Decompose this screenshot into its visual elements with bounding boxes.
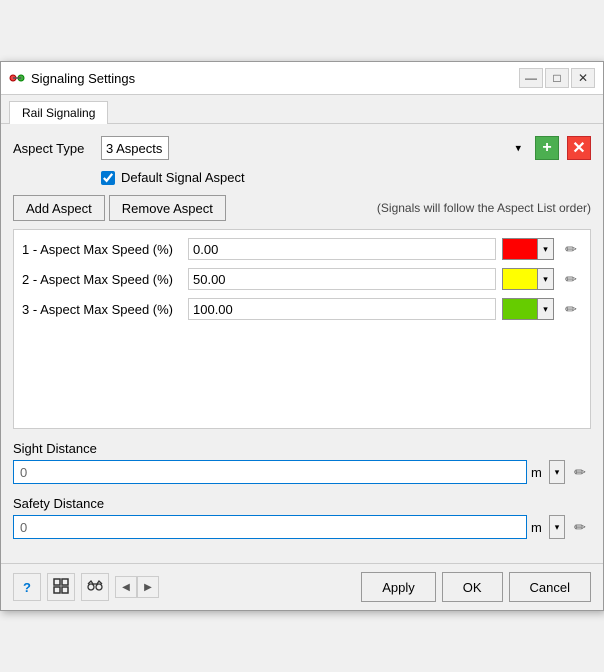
aspect-3-edit-button[interactable]: ✏ [560, 298, 582, 320]
aspect-2-color-dropdown[interactable]: ▾ [538, 268, 554, 290]
action-row: Add Aspect Remove Aspect (Signals will f… [13, 195, 591, 221]
tab-bar: Rail Signaling [1, 95, 603, 124]
nav-buttons: ◀ ▶ [115, 576, 159, 598]
aspect-3-input[interactable] [188, 298, 496, 320]
safety-distance-row: m ▾ ✏ [13, 515, 591, 539]
aspect-1-color-swatch[interactable] [502, 238, 538, 260]
safety-distance-label: Safety Distance [13, 496, 591, 511]
title-bar: Signaling Settings — □ ✕ [1, 62, 603, 95]
remove-aspect-button[interactable]: Remove Aspect [109, 195, 226, 221]
help-icon: ? [23, 580, 31, 595]
cancel-button[interactable]: Cancel [509, 572, 591, 602]
grid-settings-button[interactable] [47, 573, 75, 601]
search-button[interactable] [81, 573, 109, 601]
sight-distance-unit-dropdown[interactable]: ▾ [549, 460, 565, 484]
sight-distance-input[interactable] [13, 460, 527, 484]
minimize-button[interactable]: — [519, 68, 543, 88]
aspect-1-color-control: ▾ [502, 238, 554, 260]
bottom-right-controls: Apply OK Cancel [361, 572, 591, 602]
window-title: Signaling Settings [31, 71, 135, 86]
aspect-2-color-control: ▾ [502, 268, 554, 290]
help-button[interactable]: ? [13, 573, 41, 601]
aspect-3-color-dropdown[interactable]: ▾ [538, 298, 554, 320]
default-signal-row: Default Signal Aspect [101, 170, 591, 185]
tab-rail-signaling[interactable]: Rail Signaling [9, 101, 108, 124]
aspects-panel: 1 - Aspect Max Speed (%) ▾ ✏ 2 - Aspect … [13, 229, 591, 429]
window-icon [9, 70, 25, 86]
prev-button[interactable]: ◀ [115, 576, 137, 598]
safety-distance-section: Safety Distance m ▾ ✏ [13, 496, 591, 539]
safety-distance-input[interactable] [13, 515, 527, 539]
title-bar-left: Signaling Settings [9, 70, 135, 86]
sight-distance-label: Sight Distance [13, 441, 591, 456]
aspect-1-input[interactable] [188, 238, 496, 260]
grid-icon [53, 578, 69, 597]
aspect-2-color-swatch[interactable] [502, 268, 538, 290]
default-signal-label[interactable]: Default Signal Aspect [121, 170, 245, 185]
aspect-2-input[interactable] [188, 268, 496, 290]
aspect-row-2: 2 - Aspect Max Speed (%) ▾ ✏ [22, 268, 582, 290]
aspect-type-select-wrapper: 3 Aspects [101, 136, 527, 160]
sight-distance-row: m ▾ ✏ [13, 460, 591, 484]
safety-distance-unit-dropdown[interactable]: ▾ [549, 515, 565, 539]
sight-distance-section: Sight Distance m ▾ ✏ [13, 441, 591, 484]
title-controls: — □ ✕ [519, 68, 595, 88]
maximize-button[interactable]: □ [545, 68, 569, 88]
aspect-1-label: 1 - Aspect Max Speed (%) [22, 242, 182, 257]
add-aspect-type-button[interactable]: + [535, 136, 559, 160]
close-button[interactable]: ✕ [571, 68, 595, 88]
default-signal-checkbox[interactable] [101, 171, 115, 185]
content-area: Aspect Type 3 Aspects + ✕ Default Signal… [1, 124, 603, 563]
aspect-row-1: 1 - Aspect Max Speed (%) ▾ ✏ [22, 238, 582, 260]
ok-button[interactable]: OK [442, 572, 503, 602]
sight-distance-unit: m [531, 465, 545, 480]
sight-distance-edit-button[interactable]: ✏ [569, 461, 591, 483]
aspect-1-edit-button[interactable]: ✏ [560, 238, 582, 260]
aspect-2-label: 2 - Aspect Max Speed (%) [22, 272, 182, 287]
action-buttons: Add Aspect Remove Aspect [13, 195, 226, 221]
aspect-2-edit-button[interactable]: ✏ [560, 268, 582, 290]
aspect-type-row: Aspect Type 3 Aspects + ✕ [13, 136, 591, 160]
apply-button[interactable]: Apply [361, 572, 436, 602]
aspect-3-color-swatch[interactable] [502, 298, 538, 320]
aspect-1-color-dropdown[interactable]: ▾ [538, 238, 554, 260]
remove-aspect-type-button[interactable]: ✕ [567, 136, 591, 160]
signaling-settings-window: Signaling Settings — □ ✕ Rail Signaling … [0, 61, 604, 611]
aspect-3-color-control: ▾ [502, 298, 554, 320]
safety-distance-edit-button[interactable]: ✏ [569, 516, 591, 538]
add-aspect-button[interactable]: Add Aspect [13, 195, 105, 221]
bottom-left-controls: ? [13, 573, 159, 601]
aspect-row-3: 3 - Aspect Max Speed (%) ▾ ✏ [22, 298, 582, 320]
aspect-3-label: 3 - Aspect Max Speed (%) [22, 302, 182, 317]
binoculars-icon [87, 579, 103, 596]
aspect-type-label: Aspect Type [13, 141, 93, 156]
next-button[interactable]: ▶ [137, 576, 159, 598]
bottom-bar: ? [1, 563, 603, 610]
safety-distance-unit: m [531, 520, 545, 535]
aspect-type-select[interactable]: 3 Aspects [101, 136, 169, 160]
hint-text: (Signals will follow the Aspect List ord… [377, 201, 591, 215]
